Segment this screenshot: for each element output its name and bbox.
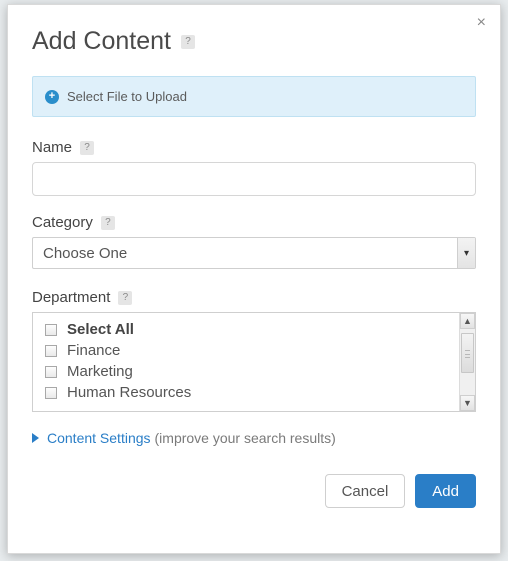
content-settings-link[interactable]: Content Settings: [47, 430, 151, 446]
scroll-up-button[interactable]: ▲: [460, 313, 475, 329]
cancel-button[interactable]: Cancel: [325, 474, 406, 508]
list-item-label: Marketing: [67, 363, 133, 380]
name-label-text: Name: [32, 139, 72, 156]
content-settings-row: Content Settings (improve your search re…: [32, 430, 476, 446]
checkbox-icon[interactable]: [45, 366, 57, 378]
help-icon[interactable]: ?: [101, 216, 115, 230]
department-listbox[interactable]: Select All Finance Marketing Human Resou…: [32, 312, 476, 412]
select-file-label: Select File to Upload: [67, 89, 187, 104]
add-button-label: Add: [432, 483, 459, 500]
checkbox-icon[interactable]: [45, 324, 57, 336]
cancel-button-label: Cancel: [342, 483, 389, 500]
list-item-label: Finance: [67, 342, 120, 359]
name-label: Name ?: [32, 139, 476, 156]
caret-right-icon[interactable]: [32, 433, 39, 443]
list-item-label: Select All: [67, 321, 134, 338]
close-button[interactable]: ×: [477, 15, 486, 31]
dialog-title: Add Content ?: [32, 27, 476, 56]
help-icon[interactable]: ?: [118, 291, 132, 305]
list-item[interactable]: Human Resources: [45, 382, 455, 403]
plus-circle-icon: +: [45, 90, 59, 104]
scroll-down-button[interactable]: ▼: [460, 395, 475, 411]
name-input[interactable]: [32, 162, 476, 196]
select-file-button[interactable]: + Select File to Upload: [32, 76, 476, 117]
help-icon[interactable]: ?: [80, 141, 94, 155]
list-item-label: Human Resources: [67, 384, 191, 401]
dialog-title-text: Add Content: [32, 27, 171, 56]
content-settings-hint: (improve your search results): [155, 430, 336, 446]
scrollbar[interactable]: ▲ ▼: [459, 313, 475, 411]
category-selected-text: Choose One: [43, 245, 127, 262]
add-content-dialog: × Add Content ? + Select File to Upload …: [7, 4, 501, 554]
list-item[interactable]: Marketing: [45, 361, 455, 382]
category-label: Category ?: [32, 214, 476, 231]
chevron-down-icon[interactable]: ▾: [457, 238, 475, 268]
department-label: Department ?: [32, 289, 476, 306]
list-item[interactable]: Finance: [45, 340, 455, 361]
checkbox-icon[interactable]: [45, 345, 57, 357]
department-label-text: Department: [32, 289, 110, 306]
add-button[interactable]: Add: [415, 474, 476, 508]
category-select[interactable]: Choose One: [32, 237, 476, 269]
help-icon[interactable]: ?: [181, 35, 195, 49]
scroll-thumb[interactable]: [461, 333, 474, 373]
category-label-text: Category: [32, 214, 93, 231]
list-item-select-all[interactable]: Select All: [45, 319, 455, 340]
checkbox-icon[interactable]: [45, 387, 57, 399]
